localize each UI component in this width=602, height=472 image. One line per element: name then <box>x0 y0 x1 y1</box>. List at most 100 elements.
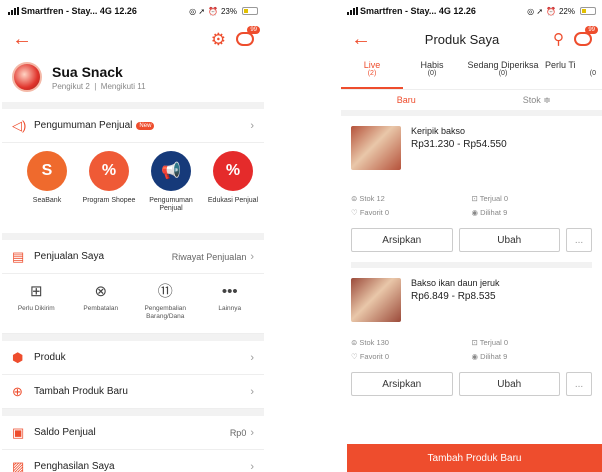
seabank-icon: S <box>27 151 67 191</box>
shortcut-label: Perlu Dikirim <box>17 305 55 312</box>
sales-history-link[interactable]: Riwayat Penjualan <box>172 252 247 262</box>
product-stats: ⊜ Stok 12 ⊡ Terjual 0 ♡ Favorit 0 ◉ Dili… <box>351 194 592 222</box>
divider <box>2 409 264 416</box>
search-icon[interactable]: ⚲ <box>553 30 564 48</box>
feature-program-shopee[interactable]: % Program Shopee <box>78 151 140 227</box>
feature-seabank[interactable]: S SeaBank <box>16 151 78 227</box>
shortcut-label: Pembatalan <box>83 305 119 312</box>
tab-sold-out[interactable]: Habis (0) <box>403 56 461 89</box>
box-icon: ⬢ <box>12 349 24 365</box>
shortcut-more[interactable]: ••• Lainnya <box>201 282 259 327</box>
seller-center-screen: Smartfren - Stay... 4G 12.26 ◎ ➚ ⏰ 23% ←… <box>2 0 264 472</box>
status-bar: Smartfren - Stay... 4G 12.26 ◎ ➚ ⏰ 22% <box>341 0 602 22</box>
chevron-right-icon: › <box>250 351 254 364</box>
more-options-button[interactable]: ... <box>566 228 592 252</box>
page-title: Produk Saya <box>424 31 500 47</box>
cancel-icon: ⊗ <box>94 283 108 300</box>
location-icon: ◎ ➚ <box>189 6 206 16</box>
top-bar: ← ⚙ 99 <box>2 22 264 56</box>
add-product-row[interactable]: ⊕ Tambah Produk Baru › <box>2 375 264 409</box>
shortcut-returns[interactable]: ⑪ Pengembalian Barang/Dana <box>136 282 194 327</box>
signal-icon <box>347 7 358 15</box>
following-count: Mengikuti 11 <box>100 81 146 91</box>
chat-icon[interactable]: 99 <box>574 26 598 46</box>
shortcut-cancellation[interactable]: ⊗ Pembatalan <box>72 282 130 327</box>
top-bar: ← Produk Saya ⚲ 99 <box>341 22 602 56</box>
alarm-icon: ⏰ <box>208 6 218 16</box>
product-name[interactable]: Keripik bakso <box>411 126 507 136</box>
feature-label: SeaBank <box>32 197 62 204</box>
add-product-button[interactable]: Tambah Produk Baru <box>347 444 602 472</box>
clipboard-icon: ▤ <box>12 248 25 264</box>
shortcut-label: Lainnya <box>218 305 242 312</box>
income-label: Penghasilan Saya <box>34 461 115 472</box>
product-image[interactable] <box>351 126 401 170</box>
gear-icon[interactable]: ⚙ <box>211 31 226 48</box>
plus-circle-icon: ⊕ <box>12 383 23 399</box>
product-stats: ⊜ Stok 130 ⊡ Terjual 0 ♡ Favorit 0 ◉ Dil… <box>351 338 592 366</box>
chevron-right-icon: › <box>250 385 254 398</box>
more-options-button[interactable]: ... <box>566 372 592 396</box>
my-sales-row[interactable]: ▤ Penjualan Saya Riwayat Penjualan › <box>2 240 264 274</box>
chevron-right-icon: › <box>250 250 254 263</box>
sales-label: Penjualan Saya <box>34 251 105 262</box>
products-label: Produk <box>34 352 66 363</box>
carrier: Smartfren - Stay... <box>360 6 437 16</box>
edit-button[interactable]: Ubah <box>458 228 560 252</box>
sort-newest[interactable]: Baru <box>341 95 472 105</box>
shop-avatar <box>12 62 42 92</box>
feature-seller-announcement[interactable]: 📢 Pengumuman Penjual <box>140 151 202 227</box>
tab-needs-action[interactable]: Perlu Ti (0 <box>545 56 602 89</box>
feature-label: Pengumuman Penjual <box>149 197 193 213</box>
stock-stat: ⊜ Stok 130 <box>351 338 389 347</box>
battery-icon <box>580 7 596 15</box>
product-card: Bakso ikan daun jeruk Rp6.849 - Rp8.535 … <box>341 268 602 406</box>
income-row[interactable]: ▨ Penghasilan Saya › <box>2 450 264 472</box>
back-arrow-icon[interactable]: ← <box>12 29 32 49</box>
more-icon: ••• <box>221 283 238 300</box>
balance-label: Saldo Penjual <box>34 427 96 438</box>
feature-label: Edukasi Penjual <box>207 197 259 204</box>
divider <box>2 334 264 341</box>
package-icon: ⊞ <box>29 283 43 300</box>
shop-header[interactable]: Sua Snack Pengikut 2 | Mengikuti 11 <box>2 56 264 102</box>
my-products-screen: Smartfren - Stay... 4G 12.26 ◎ ➚ ⏰ 22% ←… <box>341 0 602 472</box>
order-shortcuts: ⊞ Perlu Dikirim ⊗ Pembatalan ⑪ Pengembal… <box>2 274 264 334</box>
chevron-right-icon: › <box>250 460 254 472</box>
sold-stat: ⊡ Terjual 0 <box>471 194 509 203</box>
megaphone-icon: 📢 <box>151 151 191 191</box>
return-icon: ⑪ <box>157 283 173 300</box>
sold-stat: ⊡ Terjual 0 <box>471 338 509 347</box>
product-card: Keripik bakso Rp31.230 - Rp54.550 ⊜ Stok… <box>341 116 602 268</box>
network: 4G <box>438 6 451 16</box>
views-stat: ◉ Dilihat 9 <box>471 208 508 217</box>
product-image[interactable] <box>351 278 401 322</box>
feature-label: Program Shopee <box>82 197 136 204</box>
speaker-icon: ◁) <box>12 117 27 133</box>
seller-announcement-row[interactable]: ◁) Pengumuman Penjual New › <box>2 109 264 143</box>
product-price: Rp31.230 - Rp54.550 <box>411 139 507 150</box>
favorite-stat: ♡ Favorit 0 <box>351 352 389 361</box>
product-name[interactable]: Bakso ikan daun jeruk <box>411 278 500 288</box>
announcement-label: Pengumuman Penjual <box>34 120 133 131</box>
products-row[interactable]: ⬢ Produk › <box>2 341 264 375</box>
education-icon: % <box>213 151 253 191</box>
seller-balance-row[interactable]: ▣ Saldo Penjual Rp0 › <box>2 416 264 450</box>
archive-button[interactable]: Arsipkan <box>351 228 453 252</box>
chevron-right-icon: › <box>250 426 254 439</box>
tab-live[interactable]: Live (2) <box>341 56 403 89</box>
product-price: Rp6.849 - Rp8.535 <box>411 291 496 302</box>
chat-icon[interactable]: 99 <box>236 26 260 46</box>
feature-education[interactable]: % Edukasi Penjual <box>202 151 264 227</box>
tab-under-review[interactable]: Sedang Diperiksa (0) <box>461 56 545 89</box>
divider <box>2 233 264 240</box>
archive-button[interactable]: Arsipkan <box>351 372 453 396</box>
income-icon: ▨ <box>12 458 25 472</box>
sort-stock[interactable]: Stok ≑ <box>472 95 602 106</box>
stock-stat: ⊜ Stok 12 <box>351 194 385 203</box>
back-arrow-icon[interactable]: ← <box>351 29 371 49</box>
feature-carousel[interactable]: S SeaBank % Program Shopee 📢 Pengumuman … <box>2 143 264 233</box>
status-bar: Smartfren - Stay... 4G 12.26 ◎ ➚ ⏰ 23% <box>2 0 264 22</box>
shortcut-to-ship[interactable]: ⊞ Perlu Dikirim <box>7 282 65 327</box>
edit-button[interactable]: Ubah <box>458 372 560 396</box>
